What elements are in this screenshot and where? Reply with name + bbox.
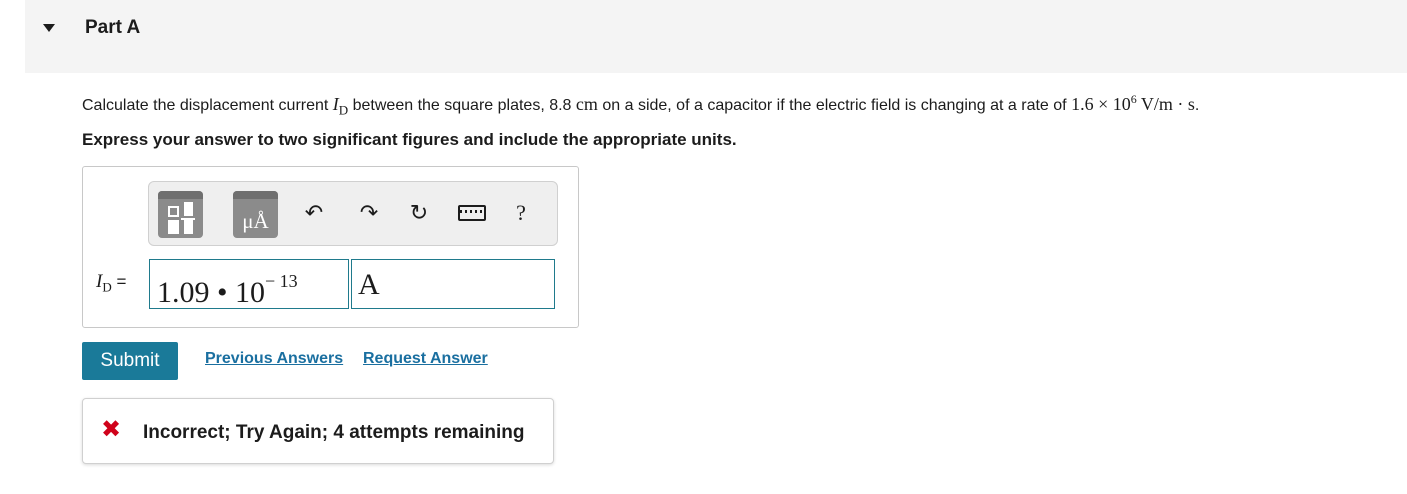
units-button[interactable]: μÅ [233,191,278,238]
math-toolbar: μÅ ↶ ↷ ↻ ? [148,181,558,246]
keyboard-shape [458,205,486,221]
part-title: Part A [85,17,141,38]
feedback-text: Incorrect; Try Again; 4 attempts remaini… [143,422,525,443]
length-unit: cm [575,94,598,114]
part-header[interactable] [25,0,1407,73]
undo-icon[interactable]: ↶ [299,198,329,228]
templates-topbar [158,191,203,199]
feedback-box: ✖ Incorrect; Try Again; 4 attempts remai… [82,398,554,464]
keyboard-icon[interactable] [455,198,489,228]
answer-label: ID = [96,271,126,295]
reset-icon[interactable]: ↻ [404,198,434,228]
value-mantissa: 1.09 • 10 [157,276,266,309]
redo-icon[interactable]: ↷ [354,198,384,228]
rate-mantissa: 1.6 × 10 [1071,94,1131,114]
units-icon: μÅ [242,209,269,233]
templates-icon-part [184,202,193,216]
value-input[interactable]: 1.09 • 10− 13 [149,259,349,309]
collapse-arrow-icon[interactable] [43,24,55,32]
previous-answers-link[interactable]: Previous Answers [205,350,343,368]
answer-label-subscript: D [102,279,112,295]
question-pre: Calculate the displacement current [82,97,333,114]
help-icon[interactable]: ? [506,198,536,228]
answer-label-equals: = [111,272,127,291]
value-exponent: − 13 [265,271,298,291]
unit-input[interactable]: A [351,259,555,309]
rate-unit: V/m · s [1136,94,1195,114]
question-mid1: between the square plates, 8.8 [348,97,576,114]
request-answer-link[interactable]: Request Answer [363,350,488,368]
templates-button[interactable] [158,191,203,238]
incorrect-x-icon: ✖ [101,416,122,443]
question-text: Calculate the displacement current ID be… [82,92,1199,119]
question-end: . [1194,97,1200,114]
units-topbar [233,191,278,199]
templates-icon-part [184,220,193,234]
instruction-text: Express your answer to two significant f… [82,130,737,149]
question-mid2: on a side, of a capacitor if the electri… [597,97,1072,114]
templates-icon-part [168,220,179,234]
templates-icon [168,206,179,217]
submit-button[interactable]: Submit [82,342,178,380]
current-subscript: D [338,102,349,118]
answer-box: μÅ ↶ ↷ ↻ ? ID = 1.09 • 10− 13 A [82,166,579,328]
